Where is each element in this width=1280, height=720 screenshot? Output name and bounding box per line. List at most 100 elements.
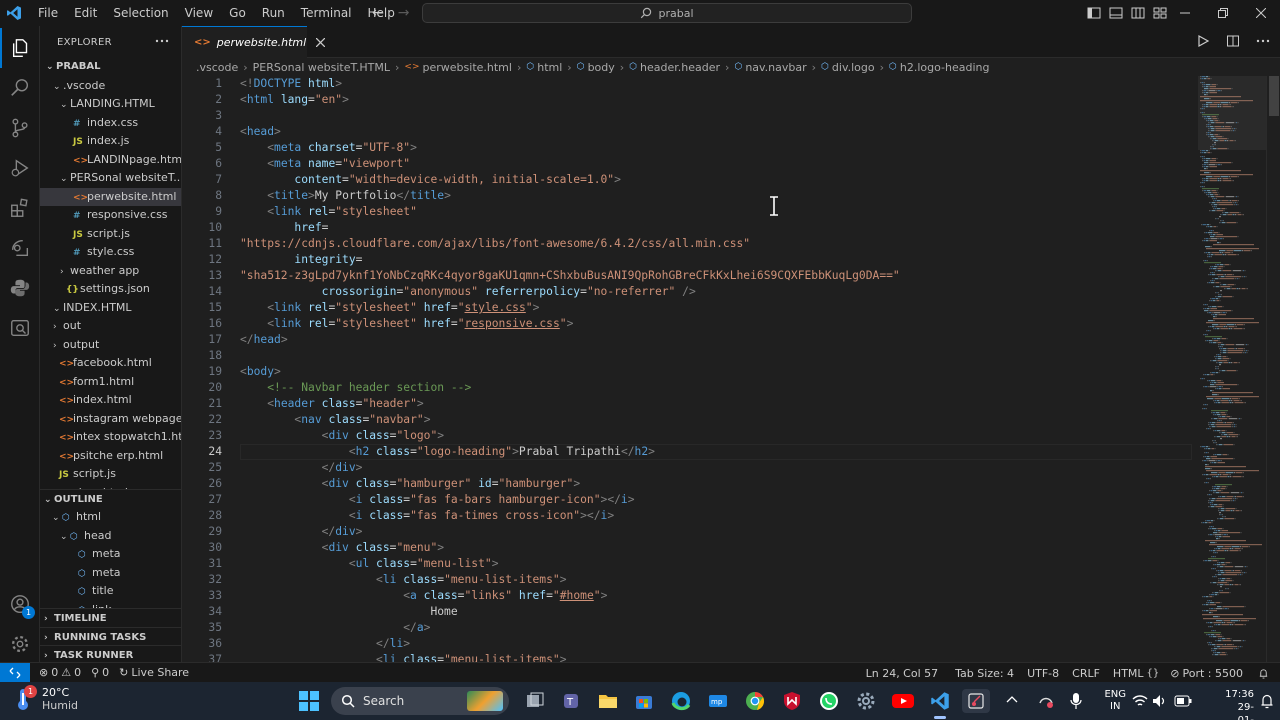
encoding[interactable]: UTF-8 xyxy=(1022,667,1067,680)
tree-file[interactable]: <>psitche erp.html xyxy=(40,447,181,466)
section-timeline[interactable]: › TIMELINE xyxy=(40,608,181,627)
more-actions-icon[interactable] xyxy=(1256,34,1270,48)
breadcrumb-item[interactable]: div.logo xyxy=(832,61,875,74)
edge-browser-icon[interactable] xyxy=(669,689,693,713)
tab-size[interactable]: Tab Size: 4 xyxy=(950,667,1022,680)
back-arrow-icon[interactable]: ← xyxy=(372,5,384,21)
forward-arrow-icon[interactable]: → xyxy=(398,5,410,21)
youtube-icon[interactable] xyxy=(891,689,915,713)
run-play-icon[interactable] xyxy=(1196,34,1210,48)
extensions-icon[interactable] xyxy=(0,188,40,228)
settings-gear-icon[interactable] xyxy=(854,689,878,713)
menu-view[interactable]: View xyxy=(177,0,221,26)
cursor-position[interactable]: Ln 24, Col 57 xyxy=(861,667,951,680)
python-icon[interactable] xyxy=(0,268,40,308)
breadcrumb-item[interactable]: PERSonal websiteT.HTML xyxy=(253,61,390,74)
run-debug-icon[interactable] xyxy=(0,148,40,188)
breadcrumb-item[interactable]: header.header xyxy=(640,61,720,74)
task-view-icon[interactable] xyxy=(523,689,547,713)
menu-run[interactable]: Run xyxy=(254,0,293,26)
section-task-runner[interactable]: › TASK RUNNER xyxy=(40,645,181,662)
outline-item[interactable]: ⌄ ⬡ html xyxy=(40,508,181,527)
tree-file[interactable]: JS index.js xyxy=(40,132,181,151)
tree-file[interactable]: {}settings.json xyxy=(40,280,181,299)
tree-file[interactable]: <>facebook.html xyxy=(40,354,181,373)
tree-folder[interactable]: › weather app xyxy=(40,262,181,281)
toggle-panel-icon[interactable] xyxy=(1108,5,1124,21)
tab-perwebsite-html[interactable]: <> perwebsite.html xyxy=(182,26,326,58)
clock[interactable]: 17:36 29-01-2024 xyxy=(1225,688,1254,720)
toggle-secondary-sidebar-icon[interactable] xyxy=(1130,5,1146,21)
tree-file[interactable]: JS script.js xyxy=(40,225,181,244)
tree-folder[interactable]: ⌄ PRABAL xyxy=(40,58,181,77)
live-server-port[interactable]: ⊘ Port : 5500 xyxy=(1165,667,1253,680)
breadcrumb-item[interactable]: .vscode xyxy=(196,61,238,74)
remote-tunnel-icon[interactable] xyxy=(0,308,40,348)
whatsapp-icon[interactable] xyxy=(817,689,841,713)
live-share-button[interactable]: ↻ Live Share xyxy=(114,666,194,679)
taskbar-search[interactable]: Search xyxy=(331,687,509,715)
remote-indicator-icon[interactable] xyxy=(0,662,30,683)
vertical-scrollbar[interactable] xyxy=(1266,76,1280,662)
mcafee-app-icon[interactable]: mp xyxy=(706,689,730,713)
chrome-icon[interactable] xyxy=(743,689,767,713)
tray-app-icon[interactable] xyxy=(1038,693,1054,709)
scrollbar-thumb[interactable] xyxy=(1269,76,1279,116)
teams-icon[interactable]: T xyxy=(560,689,584,713)
tree-folder[interactable]: ⌄ LANDING.HTML xyxy=(40,95,181,114)
code-editor[interactable]: 1 <!DOCTYPE html> 2 <html lang="en"> 3 4 <head… xyxy=(182,76,1280,662)
tree-folder[interactable]: › output xyxy=(40,336,181,355)
microsoft-store-icon[interactable] xyxy=(632,689,656,713)
tree-file[interactable]: # style.css xyxy=(40,243,181,262)
explorer-icon[interactable] xyxy=(0,28,40,68)
breadcrumb-item[interactable]: body xyxy=(588,61,615,74)
wifi-icon[interactable] xyxy=(1132,694,1148,708)
more-actions-icon[interactable] xyxy=(155,34,169,48)
close-window-icon[interactable] xyxy=(1242,0,1280,26)
command-center-search[interactable]: prabal xyxy=(422,3,912,23)
vscode-taskbar-icon[interactable] xyxy=(928,689,952,713)
tree-folder[interactable]: ⌄ PERSonal websiteT... xyxy=(40,169,181,188)
tree-folder[interactable]: › out xyxy=(40,317,181,336)
breadcrumb-item[interactable]: h2.logo-heading xyxy=(900,61,990,74)
windows-start-icon[interactable] xyxy=(297,689,321,713)
remote-explorer-icon[interactable] xyxy=(0,228,40,268)
tree-file[interactable]: <>intex stopwatch1.html xyxy=(40,428,181,447)
file-explorer-icon[interactable] xyxy=(596,689,620,713)
tree-file[interactable]: # index.css xyxy=(40,114,181,133)
language-mode[interactable]: HTML {} xyxy=(1108,667,1165,680)
tree-file[interactable]: <>LANDINpage.html xyxy=(40,151,181,170)
accounts-icon[interactable]: 1 xyxy=(0,584,40,624)
microphone-icon[interactable] xyxy=(1070,692,1082,710)
breadcrumb-item[interactable]: nav.navbar xyxy=(745,61,806,74)
tree-folder[interactable]: ⌄ .vscode xyxy=(40,77,181,96)
split-editor-icon[interactable] xyxy=(1226,34,1240,48)
battery-icon[interactable] xyxy=(1174,695,1192,707)
mcafee-shield-icon[interactable] xyxy=(780,689,804,713)
tree-file[interactable]: JS script.js xyxy=(40,465,181,484)
toggle-primary-sidebar-icon[interactable] xyxy=(1086,5,1102,21)
end-of-line[interactable]: CRLF xyxy=(1067,667,1108,680)
notification-center-bell-icon[interactable] xyxy=(1260,693,1274,709)
menu-selection[interactable]: Selection xyxy=(105,0,176,26)
tree-file[interactable]: <>index.html xyxy=(40,391,181,410)
tree-folder[interactable]: ⌄ INDEX.HTML xyxy=(40,299,181,318)
close-tab-icon[interactable] xyxy=(316,38,326,47)
volume-icon[interactable] xyxy=(1152,694,1168,708)
minimap[interactable] xyxy=(1198,76,1268,662)
problems-indicator[interactable]: ⊗ 0 ⚠ 0 xyxy=(34,666,86,679)
menu-edit[interactable]: Edit xyxy=(66,0,105,26)
menu-terminal[interactable]: Terminal xyxy=(293,0,360,26)
minimize-icon[interactable] xyxy=(1166,0,1204,26)
weather-widget[interactable]: 1 20°C Humid xyxy=(14,685,78,713)
breadcrumb-item[interactable]: perwebsite.html xyxy=(423,61,512,74)
manage-gear-icon[interactable] xyxy=(0,624,40,664)
restore-icon[interactable] xyxy=(1204,0,1242,26)
outline-section-header[interactable]: ⌄ OUTLINE xyxy=(40,489,181,508)
notifications-bell-icon[interactable] xyxy=(1253,668,1274,679)
menu-file[interactable]: File xyxy=(30,0,66,26)
menu-go[interactable]: Go xyxy=(221,0,254,26)
show-hidden-icons-chevron-icon[interactable] xyxy=(1006,694,1018,704)
search-icon[interactable] xyxy=(0,68,40,108)
outline-item[interactable]: ⬡ meta xyxy=(40,545,181,564)
